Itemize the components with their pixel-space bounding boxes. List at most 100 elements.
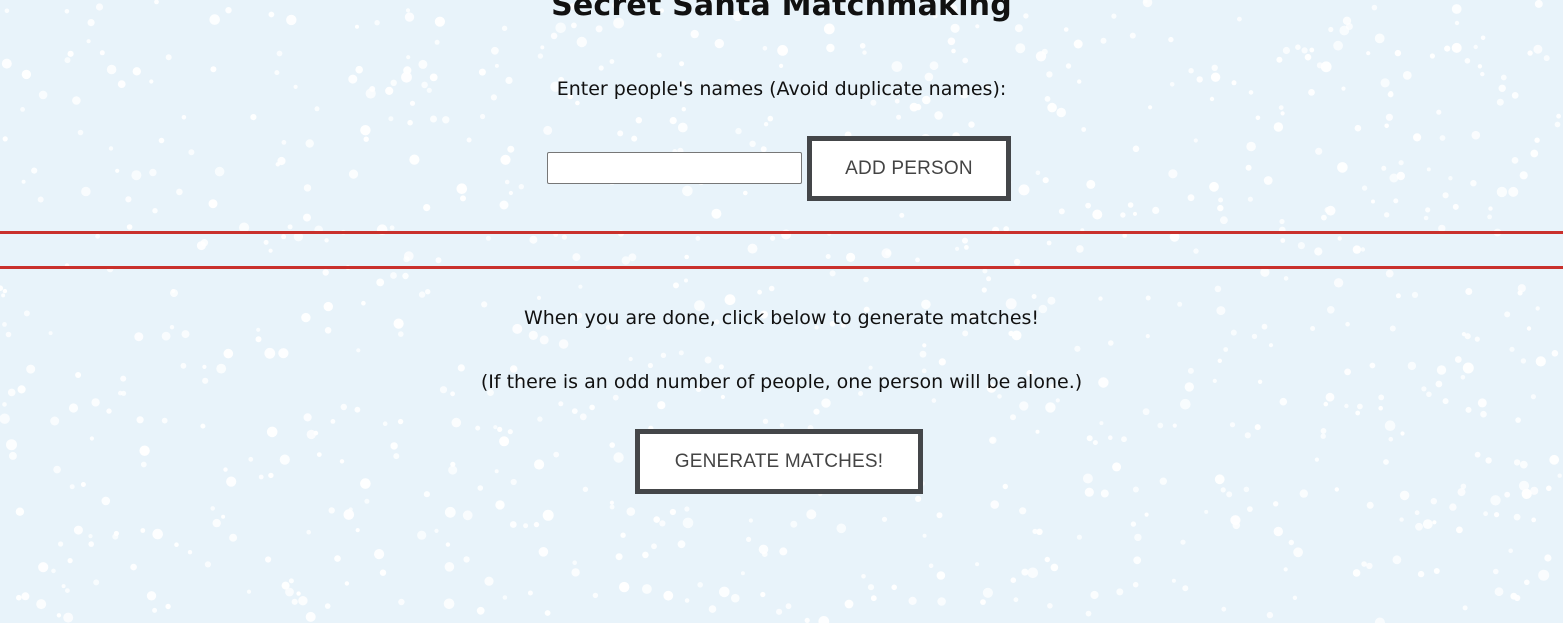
snowflake-dot (1480, 71, 1485, 77)
snowflake-dot (1015, 43, 1026, 54)
snowflake-dot (1050, 563, 1059, 572)
snowflake-dot (1090, 590, 1099, 600)
snowflake-dot (508, 190, 513, 196)
snowflake-dot (363, 136, 369, 142)
snowflake-dot (1148, 105, 1153, 110)
snowflake-dot (989, 437, 995, 443)
snowflake-dot (1333, 278, 1344, 288)
name-input[interactable] (547, 152, 802, 184)
snowflake-dot (1417, 570, 1425, 578)
snowflake-dot (1480, 410, 1487, 418)
snowflake-dot (1452, 203, 1459, 210)
snowflake-dot (1314, 247, 1323, 256)
snowflake-dot (277, 156, 286, 166)
snowflake-dot (1442, 398, 1449, 405)
snowflake-dot (1273, 122, 1284, 132)
snowflake-dot (1047, 603, 1053, 609)
snowflake-dot (747, 243, 758, 254)
snowflake-dot (208, 199, 218, 209)
snowflake-dot (1388, 436, 1394, 442)
snowflake-dot (274, 70, 280, 76)
snowflake-dot (609, 59, 615, 64)
snowflake-dot (909, 102, 919, 112)
snowflake-dot (762, 551, 768, 557)
snowflake-dot (388, 116, 394, 122)
snowflake-dot (677, 122, 688, 133)
snowflake-dot (89, 436, 94, 441)
generate-matches-button[interactable]: GENERATE MATCHES! (635, 429, 923, 494)
snowflake-dot (922, 343, 927, 348)
snowflake-dot (572, 560, 577, 565)
snowflake-dot (1411, 291, 1419, 298)
snowflake-dot (1430, 498, 1438, 505)
snowflake-dot (343, 509, 355, 520)
snowflake-dot (768, 285, 775, 292)
snowflake-dot (398, 598, 405, 606)
snowflake-dot (1462, 605, 1468, 611)
snowflake-dot (1323, 401, 1329, 407)
snowflake-dot (681, 107, 686, 112)
snowflake-dot (558, 339, 569, 349)
snowflake-dot (285, 587, 294, 597)
snowflake-dot (962, 237, 968, 244)
snowflake-dot (31, 167, 38, 174)
snowflake-dot (1494, 587, 1504, 597)
snowflake-dot (975, 562, 980, 567)
snowflake-dot (1519, 171, 1528, 180)
snowflake-dot (1315, 147, 1323, 155)
snowflake-dot (423, 204, 431, 212)
snowflake-dot (1035, 51, 1047, 62)
snowflake-dot (339, 459, 345, 464)
snowflake-dot (553, 451, 560, 458)
snowflake-dot (1217, 358, 1223, 363)
snowflake-dot (536, 295, 542, 300)
snowflake-dot (1436, 109, 1442, 115)
snowflake-dot (324, 603, 331, 609)
snowflake-dot (460, 195, 466, 202)
snowflake-dot (1309, 47, 1315, 53)
snowflake-dot (1127, 202, 1134, 208)
odd-number-note: (If there is an odd number of people, on… (480, 371, 1083, 393)
snowflake-dot (534, 459, 545, 470)
snowflake-dot (348, 507, 353, 512)
snowflake-dot (1278, 105, 1284, 110)
snowflake-dot (1471, 130, 1481, 140)
snowflake-dot (1513, 513, 1521, 521)
snowflake-dot (466, 137, 472, 143)
snowflake-dot (53, 465, 61, 474)
snowflake-dot (1519, 460, 1528, 469)
snowflake-dot (1496, 186, 1508, 198)
snowflake-dot (735, 127, 742, 135)
snowflake-dot (1304, 53, 1312, 61)
snowflake-dot (1378, 394, 1385, 401)
snowflake-dot (1549, 454, 1560, 465)
snowflake-dot (1021, 568, 1029, 576)
snowflake-dot (36, 599, 47, 610)
add-person-button[interactable]: ADD PERSON (807, 136, 1011, 201)
snowflake-dot (1524, 579, 1530, 586)
snowflake-dot (537, 416, 543, 422)
snowflake-dot (476, 606, 485, 615)
snowflake-dot (561, 234, 568, 240)
snowflake-dot (462, 510, 473, 521)
snowflake-dot (1145, 334, 1150, 339)
snowflake-dot (571, 408, 578, 414)
snowflake-dot (1534, 137, 1540, 143)
snowflake-dot (281, 234, 287, 240)
snowflake-dot (1530, 394, 1536, 400)
snowflake-dot (931, 398, 937, 403)
snowflake-dot (1086, 179, 1096, 189)
snowflake-dot (1260, 267, 1270, 277)
snowflake-dot (37, 196, 44, 203)
snowflake-dot (572, 253, 581, 262)
snowflake-dot (418, 59, 428, 69)
snowflake-dot (281, 140, 287, 145)
snowflake-dot (708, 605, 717, 613)
snowflake-dot (64, 57, 71, 64)
snowflake-dot (1357, 403, 1363, 410)
snowflake-dot (322, 269, 329, 276)
snowflake-dot (21, 179, 26, 184)
snowflake-dot (684, 278, 688, 283)
snowflake-dot (152, 607, 158, 613)
snowflake-dot (1209, 181, 1219, 192)
